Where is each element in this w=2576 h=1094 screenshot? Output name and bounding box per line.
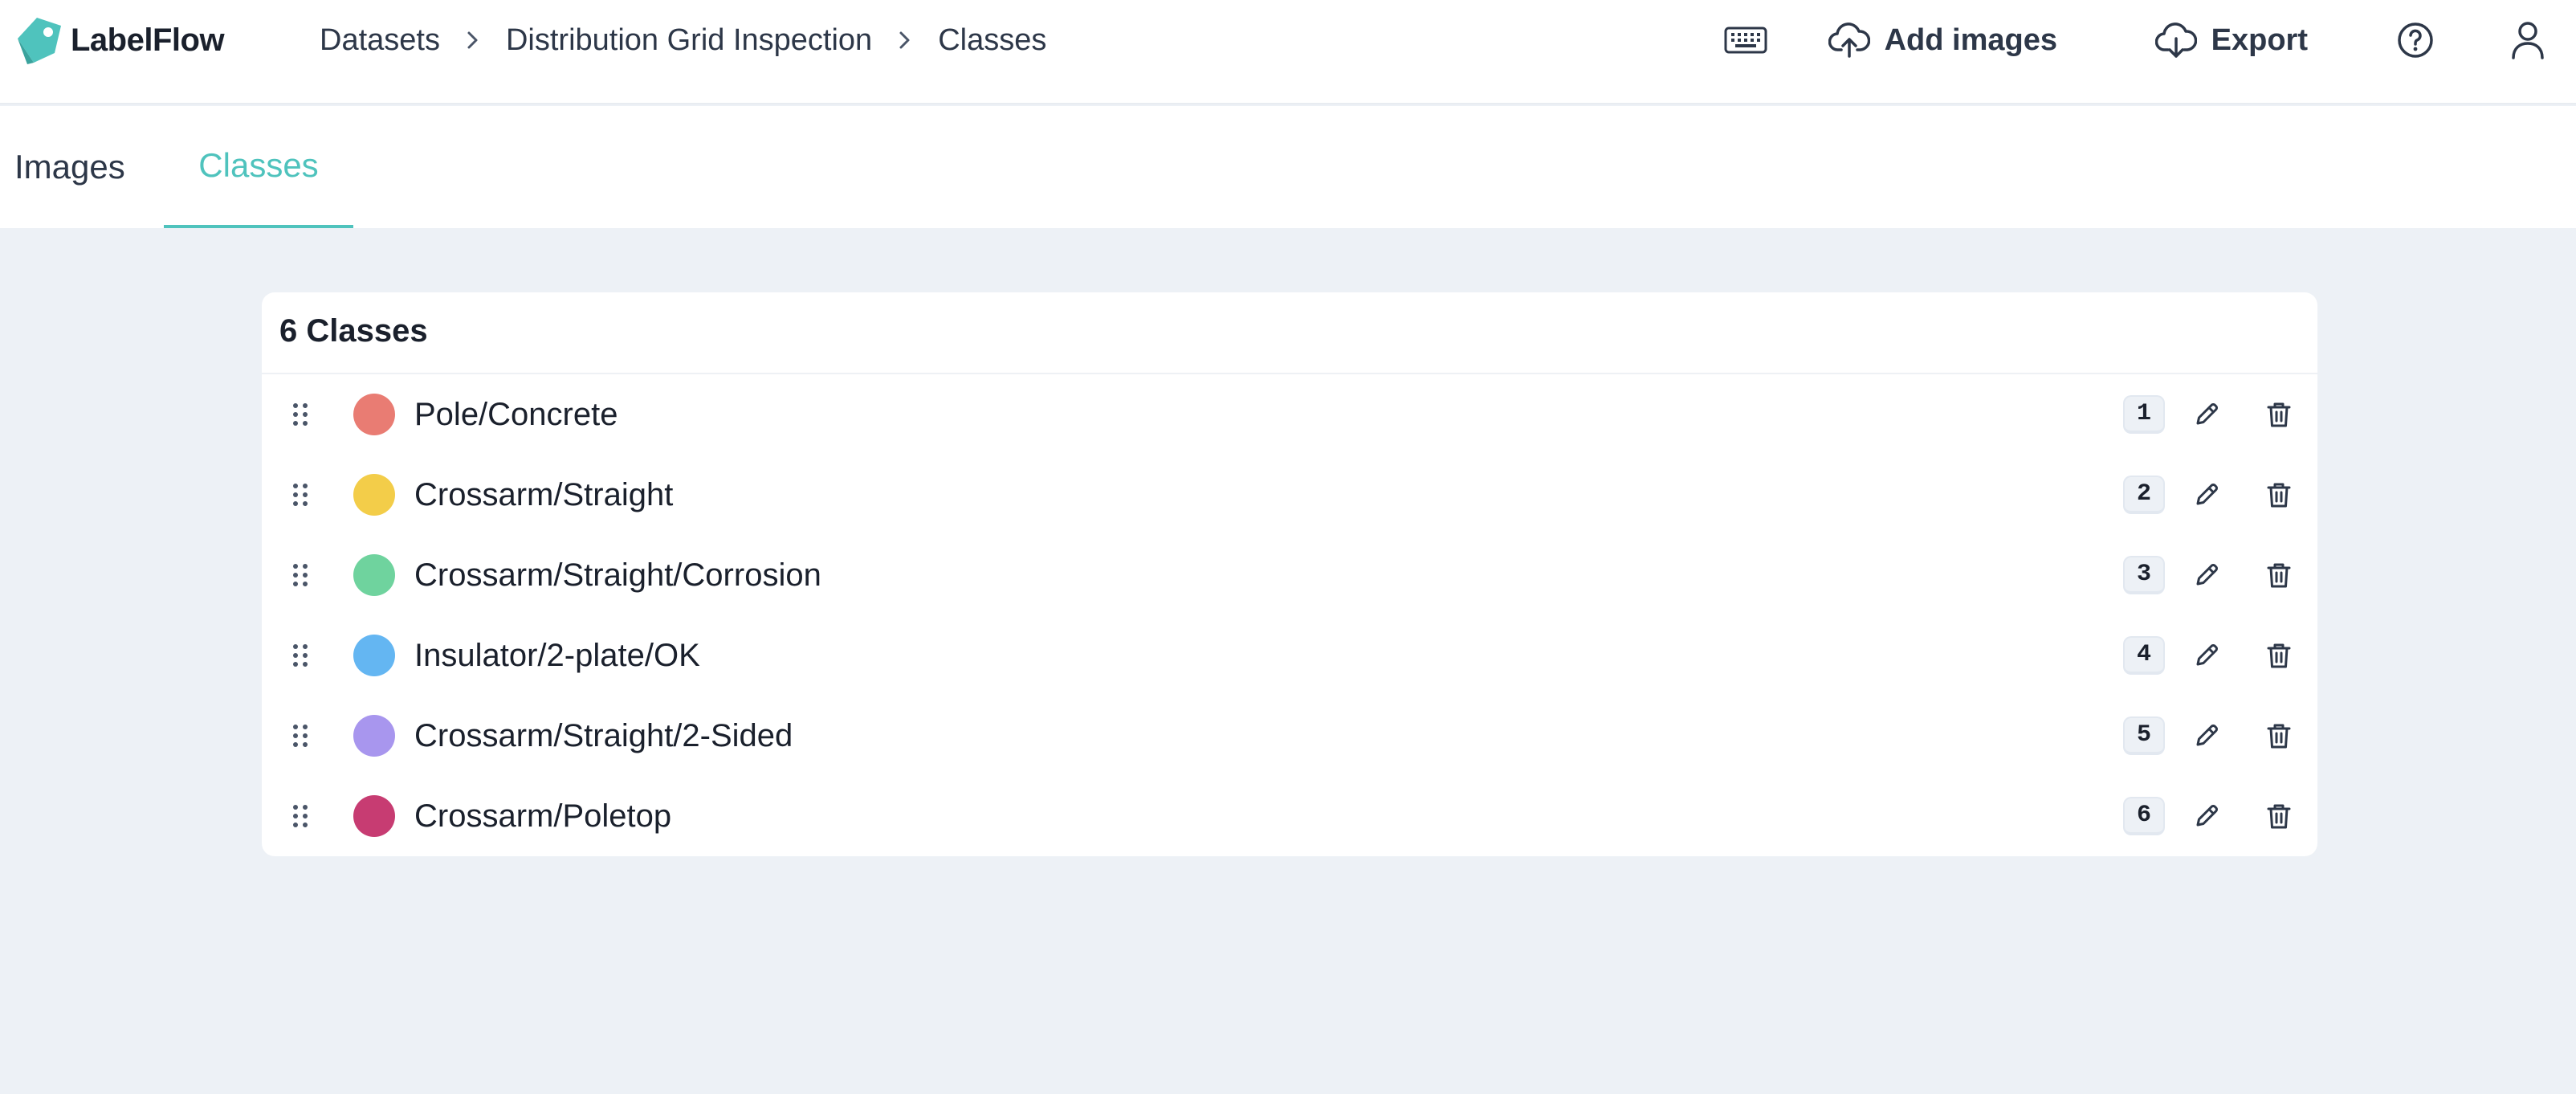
labelflow-logo[interactable]: LabelFlow (13, 14, 225, 66)
dataset-tabs: Images Classes (0, 106, 2576, 228)
tab-images[interactable]: Images (0, 106, 164, 228)
edit-class-button[interactable] (2186, 394, 2228, 435)
class-row: Crossarm/Straight/2-Sided 5 (262, 696, 2317, 776)
trash-icon (2267, 563, 2291, 588)
class-shortcut-key: 6 (2123, 797, 2165, 835)
class-shortcut-key: 5 (2123, 716, 2165, 755)
class-row: Crossarm/Straight 2 (262, 455, 2317, 535)
cloud-download-icon (2154, 22, 2197, 58)
breadcrumb-dataset[interactable]: Distribution Grid Inspection (506, 23, 872, 58)
tab-classes[interactable]: Classes (164, 106, 353, 228)
class-name: Pole/Concrete (414, 397, 618, 432)
export-button[interactable]: Export (2154, 14, 2308, 66)
class-name: Crossarm/Straight (414, 477, 674, 512)
add-images-button[interactable]: Add images (1828, 14, 2057, 66)
breadcrumb-datasets[interactable]: Datasets (320, 23, 440, 58)
class-color-swatch[interactable] (353, 795, 395, 837)
class-row: Crossarm/Straight/Corrosion 3 (262, 535, 2317, 615)
drag-handle-icon[interactable] (291, 482, 310, 508)
user-menu-button[interactable] (2509, 14, 2547, 66)
delete-class-button[interactable] (2258, 635, 2300, 676)
chevron-right-icon (872, 28, 938, 52)
classes-count-title: 6 Classes (279, 313, 428, 349)
class-name: Crossarm/Poletop (414, 798, 672, 834)
trash-icon (2267, 483, 2291, 508)
drag-handle-icon[interactable] (291, 803, 310, 829)
help-button[interactable] (2396, 14, 2435, 66)
edit-class-button[interactable] (2186, 635, 2228, 676)
drag-handle-icon[interactable] (291, 402, 310, 427)
class-row: Insulator/2-plate/OK 4 (262, 615, 2317, 696)
edit-class-button[interactable] (2186, 795, 2228, 837)
trash-icon (2267, 402, 2291, 427)
edit-class-button[interactable] (2186, 554, 2228, 596)
class-color-swatch[interactable] (353, 474, 395, 516)
drag-handle-icon[interactable] (291, 643, 310, 668)
breadcrumb-current: Classes (938, 22, 1047, 57)
user-icon (2512, 22, 2544, 59)
pencil-icon (2196, 725, 2218, 746)
top-navbar: LabelFlow Datasets Distribution Grid Ins… (0, 0, 2576, 104)
class-list: Pole/Concrete 1 Crossarm/Straight 2 Cros… (262, 374, 2317, 856)
class-name: Crossarm/Straight/2-Sided (414, 718, 793, 753)
class-shortcut-key: 1 (2123, 395, 2165, 434)
export-label: Export (2211, 22, 2308, 57)
pencil-icon (2196, 805, 2218, 827)
delete-class-button[interactable] (2258, 474, 2300, 516)
pencil-icon (2196, 564, 2218, 586)
class-name: Crossarm/Straight/Corrosion (414, 557, 821, 593)
class-row: Pole/Concrete 1 (262, 374, 2317, 455)
keyboard-shortcuts-button[interactable] (1723, 14, 1768, 66)
class-name: Insulator/2-plate/OK (414, 638, 700, 673)
trash-icon (2267, 804, 2291, 829)
delete-class-button[interactable] (2258, 394, 2300, 435)
pencil-icon (2196, 484, 2218, 505)
labelflow-tag-icon (18, 18, 61, 64)
classes-panel: 6 Classes Pole/Concrete 1 Crossarm/Strai… (262, 292, 2317, 856)
keyboard-icon (1724, 27, 1767, 54)
drag-handle-icon[interactable] (291, 562, 310, 588)
add-images-label: Add images (1884, 22, 2057, 57)
drag-handle-icon[interactable] (291, 723, 310, 749)
class-color-swatch[interactable] (353, 394, 395, 435)
pencil-icon (2196, 403, 2218, 425)
trash-icon (2267, 724, 2291, 749)
class-shortcut-key: 2 (2123, 476, 2165, 514)
chevron-right-icon (440, 28, 506, 52)
delete-class-button[interactable] (2258, 554, 2300, 596)
pencil-icon (2196, 644, 2218, 666)
breadcrumb: Datasets Distribution Grid Inspection Cl… (320, 18, 1046, 63)
delete-class-button[interactable] (2258, 715, 2300, 757)
delete-class-button[interactable] (2258, 795, 2300, 837)
class-color-swatch[interactable] (353, 715, 395, 757)
cloud-upload-icon (1828, 22, 1870, 58)
class-shortcut-key: 4 (2123, 636, 2165, 675)
class-shortcut-key: 3 (2123, 556, 2165, 594)
trash-icon (2267, 643, 2291, 668)
help-circle-icon (2398, 22, 2433, 58)
app-name: LabelFlow (71, 22, 225, 58)
edit-class-button[interactable] (2186, 474, 2228, 516)
class-color-swatch[interactable] (353, 635, 395, 676)
class-color-swatch[interactable] (353, 554, 395, 596)
class-row: Crossarm/Poletop 6 (262, 776, 2317, 856)
edit-class-button[interactable] (2186, 715, 2228, 757)
